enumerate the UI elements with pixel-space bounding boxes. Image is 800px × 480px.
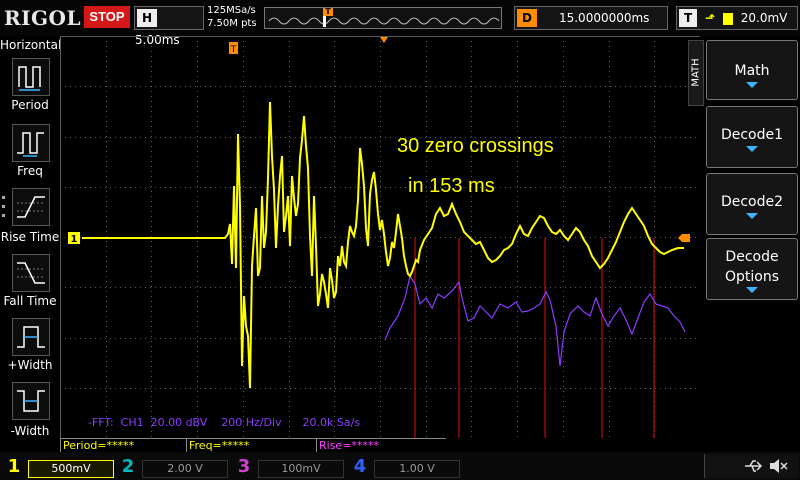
measure-fall-time-label: Fall Time bbox=[3, 294, 57, 308]
dropdown-arrow-icon bbox=[746, 213, 758, 219]
delay-value: 15.0000000ms bbox=[558, 11, 650, 25]
measurement-sidebar: Horizontal Period Freq Rise Time Fall Ti… bbox=[0, 36, 61, 451]
timebase-key: H bbox=[137, 9, 158, 27]
negative-width-icon bbox=[17, 390, 45, 412]
usb-icon bbox=[745, 460, 763, 472]
channel2-number: 2 bbox=[121, 456, 135, 477]
timebase-display[interactable]: H5.00ms bbox=[134, 6, 204, 47]
channel2-indicator[interactable]: 2 2.00 V bbox=[118, 456, 230, 478]
channel4-indicator[interactable]: 4 1.00 V bbox=[350, 456, 462, 478]
positive-width-icon bbox=[17, 326, 45, 348]
channel1-scale: 500mV bbox=[28, 460, 114, 478]
trigger-channel-marker-icon bbox=[722, 12, 733, 25]
measure-negative-width-button[interactable] bbox=[12, 382, 50, 420]
trigger-level: 20.0mV bbox=[740, 11, 788, 25]
result-period[interactable]: Period=***** bbox=[60, 438, 186, 452]
trigger-position-marker-top[interactable]: T bbox=[229, 42, 238, 55]
measure-rise-time-button[interactable] bbox=[12, 188, 50, 226]
result-frequency[interactable]: Freq=***** bbox=[186, 438, 316, 452]
math-softkey-label: Math bbox=[734, 63, 770, 79]
measure-rise-time-label: Rise Time bbox=[0, 230, 60, 244]
run-stop-indicator[interactable]: STOP bbox=[84, 6, 130, 28]
decode-options-label-line2: Options bbox=[724, 269, 780, 285]
decode2-softkey-label: Decode2 bbox=[720, 194, 784, 210]
channel2-scale: 2.00 V bbox=[142, 460, 228, 478]
channel1-offset-marker[interactable]: 1 bbox=[68, 232, 80, 245]
annotation-line-2: in 153 ms bbox=[408, 175, 495, 197]
trigger-display[interactable]: T ⬏ 20.0mV bbox=[676, 6, 798, 30]
measure-frequency-button[interactable] bbox=[12, 124, 50, 162]
fft-math-trace bbox=[384, 274, 686, 367]
measure-negative-width-label: -Width bbox=[10, 424, 50, 438]
channel1-trace bbox=[82, 101, 684, 389]
channel1-indicator[interactable]: 1 500mV bbox=[4, 456, 116, 478]
measure-positive-width-label: +Width bbox=[7, 358, 53, 372]
rise-time-icon bbox=[17, 196, 45, 218]
memory-waveform-preview bbox=[268, 9, 500, 27]
dropdown-arrow-icon bbox=[746, 146, 758, 152]
channel1-number: 1 bbox=[7, 456, 21, 477]
delay-key: D bbox=[517, 9, 537, 27]
trigger-position-marker: T bbox=[323, 8, 333, 16]
channel4-scale: 1.00 V bbox=[374, 460, 460, 478]
svg-text:1: 1 bbox=[71, 234, 78, 245]
memory-depth: 7.50M pts bbox=[207, 18, 257, 29]
waveform-display[interactable]: T 1 30 zero crossings in 153 ms -FFT: CH… bbox=[60, 36, 700, 438]
menu-tab: MATH bbox=[688, 40, 704, 106]
decode1-softkey[interactable]: Decode1 bbox=[706, 106, 798, 168]
speaker-muted-icon[interactable] bbox=[767, 455, 789, 477]
decode1-softkey-label: Decode1 bbox=[720, 127, 784, 143]
channel-bar: 1 500mV 2 2.00 V 3 100mV 4 1.00 V bbox=[0, 452, 800, 480]
measure-fall-time-button[interactable] bbox=[12, 254, 50, 292]
dropdown-arrow-icon bbox=[746, 287, 758, 293]
period-icon bbox=[18, 66, 41, 91]
acquisition-info: 125MSa/s 7.50M pts bbox=[207, 4, 257, 30]
channel4-number: 4 bbox=[353, 456, 367, 477]
measure-period-button[interactable] bbox=[12, 58, 50, 96]
channel3-indicator[interactable]: 3 100mV bbox=[234, 456, 346, 478]
delay-display[interactable]: D 15.0000000ms bbox=[514, 6, 668, 30]
channel3-number: 3 bbox=[237, 456, 251, 477]
fall-time-icon bbox=[17, 262, 45, 284]
trigger-edge-icon: ⬏ bbox=[705, 11, 716, 25]
sidebar-title: Horizontal bbox=[0, 38, 62, 52]
delay-center-marker-icon bbox=[380, 37, 388, 43]
annotation-line-1: 30 zero crossings bbox=[397, 135, 554, 157]
decode-options-softkey[interactable]: Decode Options bbox=[706, 238, 798, 300]
measurement-results-bar: Period=***** Freq=***** Rise=***** bbox=[60, 438, 700, 452]
trigger-key: T bbox=[679, 9, 698, 27]
decode2-softkey[interactable]: Decode2 bbox=[706, 173, 798, 235]
memory-position-bar[interactable]: T bbox=[264, 7, 502, 29]
measure-positive-width-button[interactable] bbox=[12, 318, 50, 356]
status-bar: RIGOL STOP H5.00ms 125MSa/s 7.50M pts T … bbox=[0, 0, 800, 47]
system-status bbox=[704, 454, 799, 478]
frequency-icon bbox=[17, 132, 44, 157]
measure-frequency-label: Freq bbox=[17, 164, 43, 178]
brand-logo: RIGOL bbox=[4, 6, 82, 30]
svg-text:T: T bbox=[230, 45, 237, 55]
fft-info-label: -FFT: CH1 20.00 dBV 200 Hz/Div 20.0k Sa/… bbox=[88, 416, 360, 429]
decode-options-label-line1: Decode bbox=[725, 249, 779, 265]
measure-period-label: Period bbox=[11, 98, 49, 112]
menu-tab-label: MATH bbox=[690, 58, 702, 87]
dropdown-arrow-icon bbox=[746, 82, 758, 88]
trigger-level-marker[interactable] bbox=[678, 234, 690, 242]
channel3-scale: 100mV bbox=[258, 460, 344, 478]
result-rise-time[interactable]: Rise=***** bbox=[316, 438, 446, 452]
sample-rate: 125MSa/s bbox=[207, 5, 256, 16]
math-softkey[interactable]: Math bbox=[706, 40, 798, 100]
